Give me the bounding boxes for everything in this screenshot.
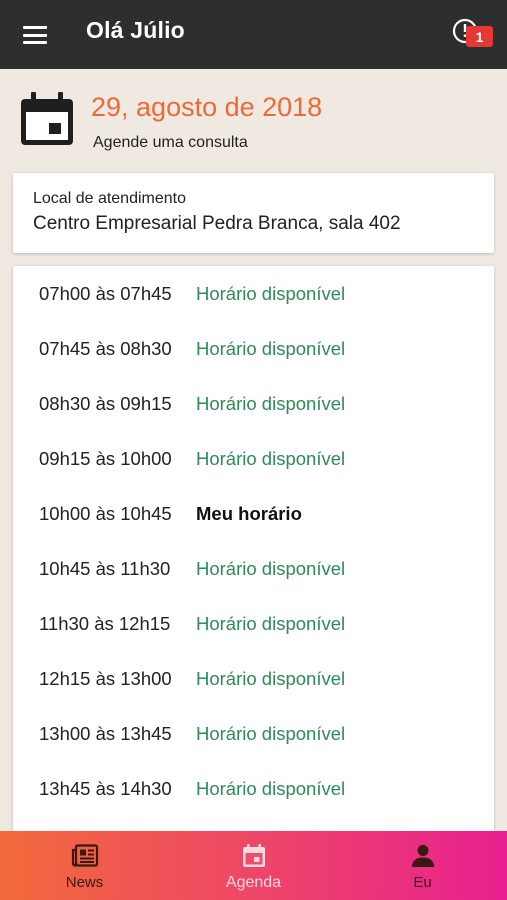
app-bar: Olá Júlio 1 [0, 0, 507, 69]
notification-badge: 1 [466, 26, 493, 47]
person-icon [411, 845, 434, 867]
schedule-list: 07h00 às 07h45 Horário disponível 07h45 … [13, 266, 494, 866]
location-card[interactable]: Local de atendimento Centro Empresarial … [13, 173, 494, 253]
list-item[interactable]: 12h15 às 13h00 Horário disponível [13, 651, 494, 706]
list-item[interactable]: 10h00 às 10h45 Meu horário [13, 486, 494, 541]
date-subtitle: Agende uma consulta [93, 134, 248, 151]
slot-time: 08h30 às 09h15 [39, 393, 172, 414]
page-title: Olá Júlio [86, 17, 185, 43]
slot-time: 12h15 às 13h00 [39, 668, 172, 689]
calendar-icon [242, 844, 265, 867]
list-item[interactable]: 13h45 às 14h30 Horário disponível [13, 761, 494, 816]
list-item[interactable]: 13h00 às 13h45 Horário disponível [13, 706, 494, 761]
slot-status: Horário disponível [196, 778, 346, 799]
list-item[interactable]: 09h15 às 10h00 Horário disponível [13, 431, 494, 486]
calendar-icon [21, 92, 73, 145]
slot-time: 11h30 às 12h15 [39, 613, 171, 634]
slot-status: Horário disponível [196, 448, 346, 469]
list-item[interactable]: 07h45 às 08h30 Horário disponível [13, 321, 494, 376]
slot-status: Horário disponível [196, 283, 346, 304]
slot-status: Horário disponível [196, 393, 346, 414]
slot-time: 10h45 às 11h30 [39, 558, 171, 579]
slot-time: 13h00 às 13h45 [39, 723, 172, 744]
list-item[interactable]: 08h30 às 09h15 Horário disponível [13, 376, 494, 431]
list-item[interactable]: 07h00 às 07h45 Horário disponível [13, 266, 494, 321]
nav-label: Agenda [225, 874, 282, 891]
slot-status: Horário disponível [196, 558, 346, 579]
slot-status: Horário disponível [196, 668, 346, 689]
nav-item-news[interactable]: News [0, 831, 169, 900]
location-value: Centro Empresarial Pedra Branca, sala 40… [33, 213, 401, 234]
date-header: 29, agosto de 2018 Agende uma consulta [18, 88, 488, 158]
bottom-nav: News Agenda Eu [0, 831, 507, 900]
slot-time: 13h45 às 14h30 [39, 778, 172, 799]
slot-status: Horário disponível [196, 613, 346, 634]
slot-time: 10h00 às 10h45 [39, 503, 172, 524]
newspaper-icon [71, 844, 98, 867]
selected-date: 29, agosto de 2018 [91, 92, 323, 122]
nav-item-agenda[interactable]: Agenda [169, 831, 338, 900]
location-label: Local de atendimento [33, 190, 186, 207]
slot-status-mine: Meu horário [196, 503, 302, 524]
nav-label: News [65, 874, 104, 891]
list-item[interactable]: 10h45 às 11h30 Horário disponível [13, 541, 494, 596]
slot-status: Horário disponível [196, 723, 346, 744]
list-item[interactable]: 11h30 às 12h15 Horário disponível [13, 596, 494, 651]
slot-time: 07h45 às 08h30 [39, 338, 172, 359]
nav-label: Eu [413, 874, 432, 891]
slot-status: Horário disponível [196, 338, 346, 359]
notifications-button[interactable]: 1 [452, 17, 496, 51]
menu-icon[interactable] [20, 22, 50, 48]
slot-time: 07h00 às 07h45 [39, 283, 172, 304]
slot-time: 09h15 às 10h00 [39, 448, 172, 469]
nav-item-eu[interactable]: Eu [338, 831, 507, 900]
